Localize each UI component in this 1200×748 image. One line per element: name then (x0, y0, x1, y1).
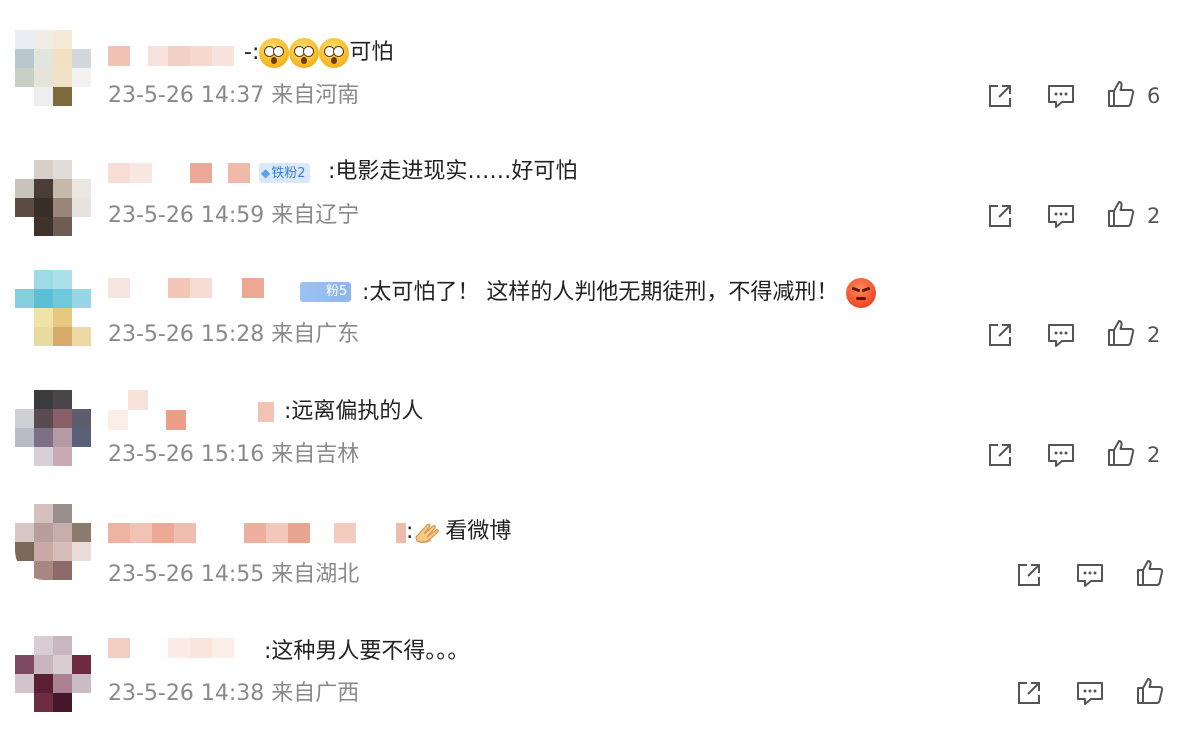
comment-icon (1077, 682, 1103, 705)
comment-meta: 23-5-26 14:38 来自广西 (108, 680, 359, 708)
diamond-icon: ◆ (261, 166, 271, 180)
username[interactable] (108, 163, 258, 185)
avatar[interactable] (15, 30, 91, 106)
comment-icon (1048, 205, 1074, 228)
comment-meta: 23-5-26 15:28 来自广东 (108, 321, 359, 349)
comment-meta: 23-5-26 14:37 来自河南 (108, 82, 359, 110)
like-button[interactable] (1106, 79, 1136, 109)
comment-item: -: 可怕 23-5-26 14:37 来自河南 6 (0, 0, 1200, 120)
comment-text: : 看微博 (406, 519, 512, 545)
comment-location: 来自吉林 (271, 442, 360, 467)
repost-button[interactable] (985, 81, 1015, 111)
repost-button[interactable] (985, 201, 1015, 231)
comment-time: 14:38 (200, 681, 265, 706)
avatar[interactable] (15, 270, 91, 346)
comment-meta: 23-5-26 14:55 来自湖北 (108, 561, 359, 589)
scared-face-emoji (259, 38, 290, 68)
comment-icon (1048, 444, 1074, 467)
avatar[interactable] (15, 636, 91, 712)
thumbs-up-icon (1137, 560, 1164, 586)
like-button[interactable] (1135, 558, 1165, 588)
angry-face-emoji (846, 278, 877, 308)
repost-button[interactable] (1014, 678, 1044, 708)
like-button[interactable] (1106, 318, 1136, 348)
comment-location: 来自广东 (271, 322, 360, 347)
like-button[interactable] (1106, 199, 1136, 229)
repost-button[interactable] (985, 440, 1015, 470)
comment-item: 粉5 :太可怕了！ 这样的人判他无期徒刑，不得减刑！ 23-5-26 15:28… (0, 240, 1200, 360)
username[interactable] (108, 46, 258, 68)
username[interactable] (108, 523, 408, 545)
like-button[interactable] (1106, 438, 1136, 468)
comment-text: :远离偏执的人 (284, 399, 424, 424)
repost-button[interactable] (985, 320, 1015, 350)
comment-time: 14:59 (200, 203, 265, 228)
comment-time: 15:28 (200, 322, 265, 347)
scared-face-emoji (319, 38, 350, 68)
clapping-hands-emoji (413, 519, 445, 545)
like-count: 2 (1147, 443, 1161, 467)
comment-time: 14:37 (200, 83, 265, 108)
comment-button[interactable] (1046, 440, 1076, 470)
comment-text: :太可怕了！ 这样的人判他无期徒刑，不得减刑！ (362, 278, 877, 308)
comment-meta: 23-5-26 15:16 来自吉林 (108, 441, 359, 469)
username[interactable] (108, 390, 288, 430)
comment-item: : 看微博 23-5-26 14:55 来自湖北 (0, 480, 1200, 600)
thumbs-up-icon (1108, 320, 1135, 346)
repost-icon (989, 205, 1011, 227)
comment-time: 15:16 (200, 442, 265, 467)
comment-date: 23-5-26 (108, 442, 194, 467)
comment-meta: 23-5-26 14:59 来自辽宁 (108, 202, 359, 230)
username[interactable] (108, 278, 298, 300)
repost-icon (989, 444, 1011, 466)
comment-location: 来自辽宁 (271, 203, 360, 228)
thumbs-up-icon (1108, 201, 1135, 227)
comment-button[interactable] (1046, 320, 1076, 350)
avatar[interactable] (15, 160, 91, 236)
comment-button[interactable] (1075, 560, 1105, 590)
comment-item: ◆铁粉2 :电影走进现实……好可怕 23-5-26 14:59 来自辽宁 2 (0, 120, 1200, 240)
comment-date: 23-5-26 (108, 562, 194, 587)
like-button[interactable] (1135, 676, 1165, 706)
avatar[interactable] (15, 504, 91, 580)
comment-button[interactable] (1046, 81, 1076, 111)
comment-icon (1077, 564, 1103, 587)
comment-icon (1048, 85, 1074, 108)
like-count: 2 (1147, 323, 1161, 347)
comment-item: :远离偏执的人 23-5-26 15:16 来自吉林 2 (0, 360, 1200, 480)
comment-location: 来自广西 (271, 681, 360, 706)
scared-face-emoji (289, 38, 320, 68)
thumbs-up-icon (1137, 678, 1164, 704)
repost-icon (1018, 682, 1040, 704)
comment-item: :这种男人要不得。。。 23-5-26 14:38 来自广西 (0, 600, 1200, 720)
comment-location: 来自湖北 (271, 562, 360, 587)
repost-icon (989, 324, 1011, 346)
comment-button[interactable] (1075, 678, 1105, 708)
comment-text: :这种男人要不得。。。 (264, 639, 470, 664)
repost-icon (1018, 564, 1040, 586)
comment-date: 23-5-26 (108, 322, 194, 347)
avatar[interactable] (15, 390, 91, 466)
comment-date: 23-5-26 (108, 203, 194, 228)
comment-location: 来自河南 (271, 83, 360, 108)
repost-button[interactable] (1014, 560, 1044, 590)
thumbs-up-icon (1108, 81, 1135, 107)
fan-badge[interactable]: ◆铁粉2 (259, 163, 310, 183)
comment-text: :电影走进现实……好可怕 (328, 159, 578, 184)
username[interactable] (108, 638, 268, 660)
comment-time: 14:55 (200, 562, 265, 587)
repost-icon (989, 85, 1011, 107)
thumbs-up-icon (1108, 440, 1135, 466)
comment-icon (1048, 324, 1074, 347)
comment-text: -: 可怕 (244, 38, 393, 68)
like-count: 6 (1147, 84, 1161, 108)
like-count: 2 (1147, 204, 1161, 228)
comment-date: 23-5-26 (108, 681, 194, 706)
comment-button[interactable] (1046, 201, 1076, 231)
fan-badge[interactable]: 粉5 (300, 282, 352, 302)
comment-date: 23-5-26 (108, 83, 194, 108)
